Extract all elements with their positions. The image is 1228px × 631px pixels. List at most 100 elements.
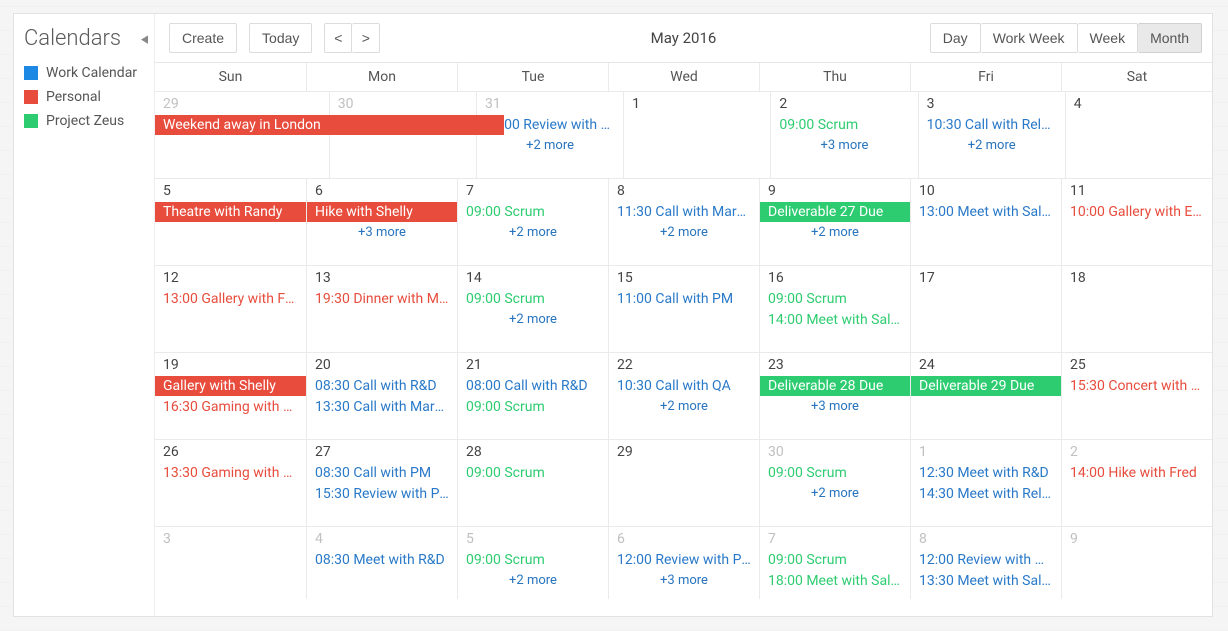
day-cell[interactable]: 112:30 Meet with R&D14:30 Meet with Rele… [910,440,1061,526]
calendar-event[interactable]: 15:30 Concert with Sh... [1062,376,1212,396]
calendar-event[interactable]: 12:00 Review with Dev... [911,550,1061,570]
calendar-event[interactable]: 15:30 Review with PM [307,484,457,504]
calendar-event[interactable]: 13:00 Meet with Sales [911,202,1061,222]
day-cell[interactable]: 30+2 more [329,92,476,178]
more-events-link[interactable]: +3 more [609,571,759,588]
day-cell[interactable]: 2008:30 Call with R&D13:30 Call with Mar… [306,353,457,439]
more-events-link[interactable]: +2 more [609,223,759,240]
calendar-event[interactable]: 08:30 Call with PM [307,463,457,483]
day-cell[interactable]: 19Gallery with Shelly16:30 Gaming with M… [155,353,306,439]
calendar-event[interactable]: 13:30 Meet with Sales [911,571,1061,591]
day-cell[interactable]: 17 [910,266,1061,352]
calendar-event[interactable]: 12:30 Meet with R&D [911,463,1061,483]
view-day[interactable]: Day [930,23,981,53]
calendar-event[interactable]: Theatre with Randy [155,202,306,222]
day-cell[interactable]: 2613:30 Gaming with Ra... [155,440,306,526]
day-cell[interactable]: 214:00 Hike with Fred [1061,440,1212,526]
day-cell[interactable]: 24Deliverable 29 Due [910,353,1061,439]
calendar-event[interactable]: Deliverable 28 Due [760,376,910,396]
more-events-link[interactable]: +2 more [760,223,910,240]
next-button[interactable]: > [352,23,380,53]
calendar-event[interactable]: 09:00 Scrum [760,463,910,483]
day-cell[interactable]: 1110:00 Gallery with Elena [1061,179,1212,265]
calendar-event[interactable]: 09:00 Scrum [458,397,608,417]
calendar-event[interactable]: 09:00 Scrum [458,550,608,570]
calendar-event[interactable]: 10:00 Gallery with Elena [1062,202,1212,222]
calendar-event[interactable]: 10:30 Call with QA [609,376,759,396]
day-cell[interactable]: 1409:00 Scrum+2 more [457,266,608,352]
more-events-link[interactable]: +3 more [771,136,917,153]
day-cell[interactable]: 29 [608,440,759,526]
day-cell[interactable]: 3 [155,527,306,599]
day-cell[interactable]: 6Hike with Shelly+3 more [306,179,457,265]
calendar-event[interactable]: 11:30 Call with Marketi... [609,202,759,222]
calendar-event[interactable]: Weekend away in London [155,115,504,135]
calendar-event[interactable]: 11:00 Call with PM [609,289,759,309]
calendar-event[interactable]: Deliverable 29 Due [911,376,1061,396]
today-button[interactable]: Today [249,23,312,53]
day-cell[interactable]: 310:30 Call with Release+2 more [918,92,1065,178]
calendar-event[interactable]: 14:30 Meet with Relea... [911,484,1061,504]
legend-item[interactable]: Personal [24,89,148,105]
day-cell[interactable]: 2210:30 Call with QA+2 more [608,353,759,439]
view-month[interactable]: Month [1138,23,1202,53]
day-cell[interactable]: 509:00 Scrum+2 more [457,527,608,599]
day-cell[interactable]: 812:00 Review with Dev...13:30 Meet with… [910,527,1061,599]
day-cell[interactable]: 4 [1065,92,1212,178]
day-cell[interactable]: 3109:00 Review with Dev...+2 more [476,92,623,178]
calendar-event[interactable]: 08:30 Meet with R&D [307,550,457,570]
day-cell[interactable]: 23Deliverable 28 Due+3 more [759,353,910,439]
day-cell[interactable]: 2515:30 Concert with Sh... [1061,353,1212,439]
calendar-event[interactable]: 18:00 Meet with Sales [760,571,910,591]
more-events-link[interactable]: +3 more [307,223,457,240]
day-cell[interactable]: 2108:00 Call with R&D09:00 Scrum [457,353,608,439]
day-cell[interactable]: 1319:30 Dinner with Mitch [306,266,457,352]
calendar-event[interactable]: 09:00 Scrum [458,202,608,222]
day-cell[interactable]: 612:00 Review with PM+3 more [608,527,759,599]
view-week[interactable]: Week [1078,23,1139,53]
day-cell[interactable]: 1511:00 Call with PM [608,266,759,352]
calendar-event[interactable]: 19:30 Dinner with Mitch [307,289,457,309]
calendar-event[interactable]: 13:30 Gaming with Ra... [155,463,306,483]
day-cell[interactable]: 29Weekend away in London [155,92,329,178]
more-events-link[interactable]: +2 more [458,310,608,327]
calendar-event[interactable]: 09:00 Scrum [760,550,910,570]
day-cell[interactable]: 2809:00 Scrum [457,440,608,526]
more-events-link[interactable]: +2 more [919,136,1065,153]
calendar-event[interactable]: 12:00 Review with PM [609,550,759,570]
day-cell[interactable]: 5Theatre with Randy [155,179,306,265]
day-cell[interactable]: 811:30 Call with Marketi...+2 more [608,179,759,265]
calendar-event[interactable]: 09:00 Scrum [771,115,917,135]
more-events-link[interactable]: +2 more [458,571,608,588]
calendar-event[interactable]: 16:30 Gaming with Mit... [155,397,306,417]
calendar-event[interactable]: 09:00 Scrum [760,289,910,309]
day-cell[interactable]: 1 [623,92,770,178]
calendar-event[interactable]: 09:00 Scrum [458,289,608,309]
day-cell[interactable]: 709:00 Scrum+2 more [457,179,608,265]
more-events-link[interactable]: +2 more [760,484,910,501]
collapse-sidebar-icon[interactable]: ◂ [141,29,148,48]
legend-item[interactable]: Project Zeus [24,113,148,129]
calendar-event[interactable]: Hike with Shelly [307,202,457,222]
calendar-event[interactable]: Gallery with Shelly [155,376,306,396]
more-events-link[interactable]: +2 more [609,397,759,414]
create-button[interactable]: Create [169,23,237,53]
day-cell[interactable]: 9Deliverable 27 Due+2 more [759,179,910,265]
more-events-link[interactable]: +3 more [760,397,910,414]
day-cell[interactable]: 3009:00 Scrum+2 more [759,440,910,526]
calendar-event[interactable]: 14:00 Hike with Fred [1062,463,1212,483]
more-events-link[interactable]: +2 more [458,223,608,240]
day-cell[interactable]: 18 [1061,266,1212,352]
calendar-event[interactable]: 08:00 Call with R&D [458,376,608,396]
calendar-event[interactable]: 13:00 Gallery with Fred [155,289,306,309]
more-events-link[interactable]: +2 more [477,136,623,153]
prev-button[interactable]: < [324,23,352,53]
calendar-event[interactable]: 13:30 Call with Marketi... [307,397,457,417]
calendar-event[interactable]: 08:30 Call with R&D [307,376,457,396]
day-cell[interactable]: 2708:30 Call with PM15:30 Review with PM [306,440,457,526]
calendar-event[interactable]: 14:00 Meet with Sales [760,310,910,330]
day-cell[interactable]: 1609:00 Scrum14:00 Meet with Sales [759,266,910,352]
calendar-event[interactable]: 10:30 Call with Release [919,115,1065,135]
day-cell[interactable]: 709:00 Scrum18:00 Meet with Sales [759,527,910,599]
view-workweek[interactable]: Work Week [981,23,1078,53]
